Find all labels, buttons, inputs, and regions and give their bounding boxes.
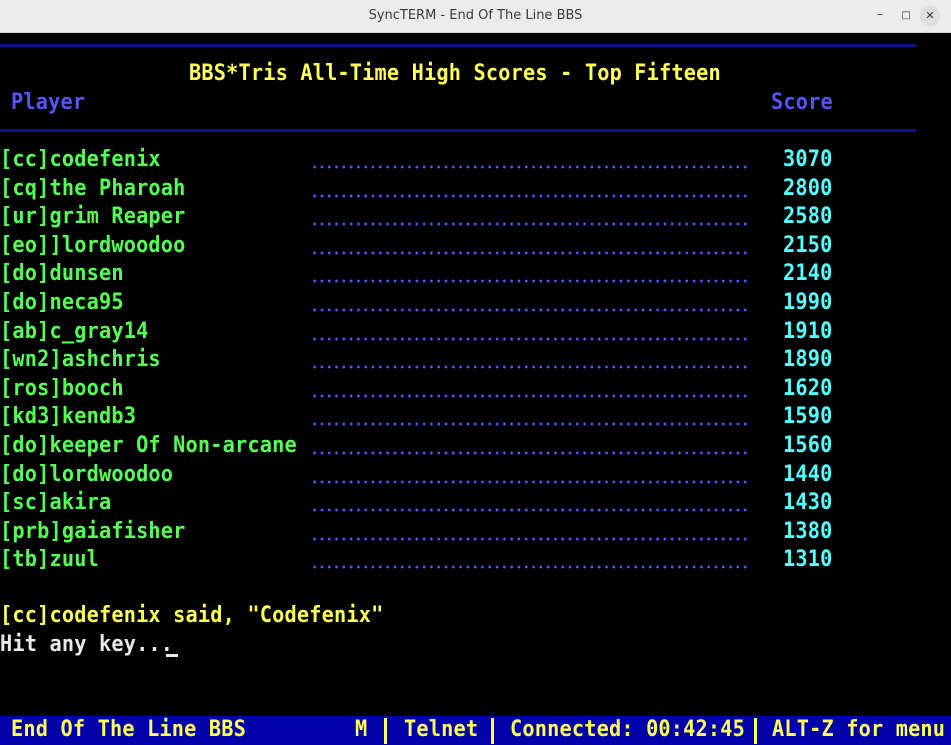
status-separator [754,718,757,744]
score-row-leader-dots [311,508,749,513]
score-row-player: [do]lordwoodoo [0,461,174,487]
score-row-player: [cq]the Pharoah [0,175,186,201]
score-row-player: [eo]]lordwoodoo [0,232,186,258]
said-message: [cc]codefenix said, "Codefenix" [0,603,384,628]
hit-any-key-prompt: Hit any key... [0,632,174,657]
score-row-score: 1430 [783,490,833,516]
score-row-player: [sc]akira [0,490,112,516]
status-protocol: Telnet [404,717,479,742]
status-mode: M [355,717,368,742]
score-row-leader-dots [311,451,749,455]
status-separator [384,718,387,744]
score-row-player: [cc]codefenix [0,147,161,172]
score-row-score: 2580 [783,204,833,230]
score-row-leader-dots [311,193,749,198]
score-row-player: [kd3]kendb3 [0,404,137,430]
score-row-leader-dots [311,565,749,570]
score-row-score: 1890 [783,347,833,373]
score-row-score: 2140 [783,261,833,287]
score-row-score: 1990 [783,290,833,315]
score-row-leader-dots [311,536,749,541]
window-title: SyncTERM - End Of The Line BBS [368,8,583,23]
score-row-score: 1590 [783,404,833,430]
status-bbs-name: End Of The Line BBS [11,717,247,742]
score-row-leader-dots [311,222,749,227]
score-row-player: [ur]grim Reaper [0,204,186,230]
status-help-hint: ALT-Z for menu [772,717,946,742]
terminal-screen[interactable]: BBS*Tris All-Time High Scores - Top Fift… [0,33,951,745]
player-column-header: Player [11,90,86,115]
score-row-player: [do]neca95 [0,290,124,315]
score-row-leader-dots [311,393,749,398]
status-connected-time: Connected: 00:42:45 [510,717,746,742]
score-row-player: [prb]gaiafisher [0,518,186,544]
status-separator [491,718,494,744]
score-row-score: 2150 [783,232,833,258]
text-cursor [166,654,178,657]
score-row-leader-dots [311,365,749,370]
score-row-score: 1620 [783,375,833,401]
header-rule [0,129,916,132]
close-button[interactable]: ✕ [920,6,940,26]
score-row-player: [tb]zuul [0,547,99,573]
top-rule [0,44,916,47]
score-row-leader-dots [311,165,749,169]
maximize-button[interactable]: □ [896,6,916,26]
score-row-score: 1560 [783,433,833,458]
score-row-score: 1910 [783,318,833,344]
score-row-leader-dots [311,479,749,484]
score-row-player: [ros]booch [0,375,124,401]
score-row-leader-dots [311,308,749,312]
score-row-score: 2800 [783,175,833,201]
score-row-score: 3070 [783,147,833,172]
score-row-player: [do]dunsen [0,261,124,287]
score-row-leader-dots [311,336,749,341]
window-titlebar: SyncTERM - End Of The Line BBS – □ ✕ [0,0,951,33]
score-row-player: [ab]c_gray14 [0,318,149,344]
score-column-header: Score [771,90,833,115]
status-bar: End Of The Line BBS M Telnet Connected: … [0,716,951,745]
score-row-leader-dots [311,279,749,284]
minimize-button[interactable]: – [870,4,890,24]
score-row-player: [wn2]ashchris [0,347,161,373]
score-row-player: [do]keeper Of Non-arcane [0,433,297,458]
score-row-score: 1440 [783,461,833,487]
score-row-score: 1380 [783,518,833,544]
high-scores-title: BBS*Tris All-Time High Scores - Top Fift… [189,61,721,86]
score-row-score: 1310 [783,547,833,573]
score-row-leader-dots [311,250,749,255]
score-row-leader-dots [311,422,749,427]
